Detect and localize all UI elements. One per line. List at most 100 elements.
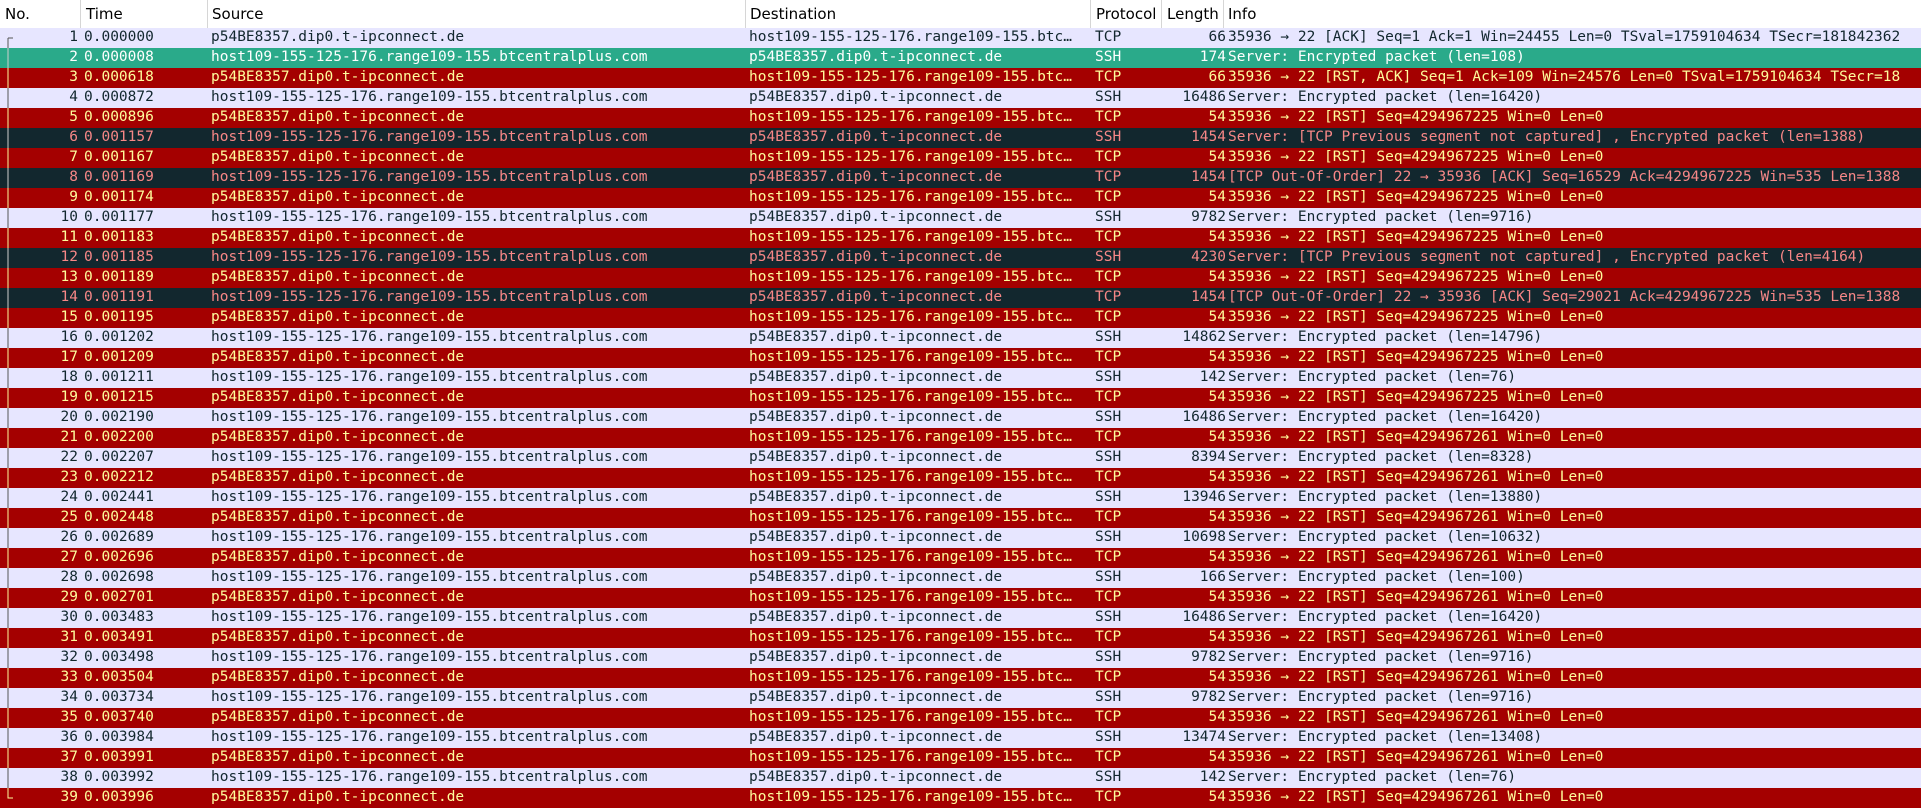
packet-time-cell: 0.002698 (84, 569, 154, 585)
packet-time-cell: 0.000000 (84, 29, 154, 45)
packet-protocol-cell: SSH (1095, 409, 1122, 425)
packet-row[interactable]: 9 0.001174 p54BE8357.dip0.t-ipconnect.de ho… (0, 188, 1921, 208)
packet-destination-cell: p54BE8357.dip0.t-ipconnect.de (749, 529, 1003, 545)
packet-list[interactable]: 1 0.000000 p54BE8357.dip0.t-ipconnect.de ho… (0, 28, 1921, 808)
packet-time-cell: 0.002441 (84, 489, 154, 505)
column-header-info[interactable]: Info (1228, 5, 1256, 23)
packet-source-cell: host109-155-125-176.range109-155.btcentr… (211, 529, 648, 545)
packet-row[interactable]: 13 0.001189 p54BE8357.dip0.t-ipconnect.de h… (0, 268, 1921, 288)
column-divider[interactable] (207, 0, 208, 28)
packet-info-cell: 35936 → 22 [RST] Seq=4294967225 Win=0 Le… (1228, 269, 1604, 285)
packet-destination-cell: host109-155-125-176.range109-155.btc… (749, 669, 1073, 685)
packet-row[interactable]: 5 0.000896 p54BE8357.dip0.t-ipconnect.de ho… (0, 108, 1921, 128)
packet-source-cell: p54BE8357.dip0.t-ipconnect.de (211, 589, 465, 605)
packet-row[interactable]: 2 0.000008 host109-155-125-176.range109-15… (0, 48, 1921, 68)
packet-number-cell: 25 (60, 509, 78, 525)
packet-row[interactable]: 8 0.001169 host109-155-125-176.range109-15… (0, 168, 1921, 188)
packet-row[interactable]: 27 0.002696 p54BE8357.dip0.t-ipconnect.de h… (0, 548, 1921, 568)
packet-row[interactable]: 38 0.003992 host109-155-125-176.range109-1… (0, 768, 1921, 788)
packet-length-cell: 54 (1208, 309, 1226, 325)
packet-length-cell: 142 (1199, 769, 1226, 785)
packet-row[interactable]: 23 0.002212 p54BE8357.dip0.t-ipconnect.de h… (0, 468, 1921, 488)
packet-row[interactable]: 28 0.002698 host109-155-125-176.range109-1… (0, 568, 1921, 588)
packet-destination-cell: p54BE8357.dip0.t-ipconnect.de (749, 489, 1003, 505)
packet-info-cell: Server: [TCP Previous segment not captur… (1228, 249, 1866, 265)
packet-row[interactable]: 22 0.002207 host109-155-125-176.range109-1… (0, 448, 1921, 468)
packet-row[interactable]: 29 0.002701 p54BE8357.dip0.t-ipconnect.de h… (0, 588, 1921, 608)
column-divider[interactable] (1161, 0, 1162, 28)
packet-info-cell: 35936 → 22 [RST] Seq=4294967261 Win=0 Le… (1228, 669, 1604, 685)
packet-number-cell: 32 (60, 649, 78, 665)
packet-info-cell: 35936 → 22 [RST] Seq=4294967225 Win=0 Le… (1228, 189, 1604, 205)
packet-row[interactable]: 7 0.001167 p54BE8357.dip0.t-ipconnect.de ho… (0, 148, 1921, 168)
packet-row[interactable]: 3 0.000618 p54BE8357.dip0.t-ipconnect.de ho… (0, 68, 1921, 88)
packet-number-cell: 13 (60, 269, 78, 285)
packet-info-cell: Server: Encrypted packet (len=9716) (1228, 689, 1534, 705)
packet-row[interactable]: 36 0.003984 host109-155-125-176.range109-1… (0, 728, 1921, 748)
packet-row[interactable]: 39 0.003996 p54BE8357.dip0.t-ipconnect.de h… (0, 788, 1921, 808)
column-header-source[interactable]: Source (212, 5, 264, 23)
packet-source-cell: p54BE8357.dip0.t-ipconnect.de (211, 29, 465, 45)
packet-row[interactable]: 18 0.001211 host109-155-125-176.range109-1… (0, 368, 1921, 388)
packet-row[interactable]: 6 0.001157 host109-155-125-176.range109-15… (0, 128, 1921, 148)
packet-source-cell: host109-155-125-176.range109-155.btcentr… (211, 209, 648, 225)
packet-info-cell: Server: Encrypted packet (len=10632) (1228, 529, 1543, 545)
packet-protocol-cell: TCP (1095, 289, 1122, 305)
column-divider[interactable] (1223, 0, 1224, 28)
column-divider[interactable] (80, 0, 81, 28)
packet-row[interactable]: 34 0.003734 host109-155-125-176.range109-1… (0, 688, 1921, 708)
packet-row[interactable]: 1 0.000000 p54BE8357.dip0.t-ipconnect.de ho… (0, 28, 1921, 48)
packet-row[interactable]: 35 0.003740 p54BE8357.dip0.t-ipconnect.de h… (0, 708, 1921, 728)
packet-info-cell: 35936 → 22 [RST] Seq=4294967261 Win=0 Le… (1228, 549, 1604, 565)
column-divider[interactable] (745, 0, 746, 28)
packet-source-cell: p54BE8357.dip0.t-ipconnect.de (211, 549, 465, 565)
packet-time-cell: 0.001185 (84, 249, 154, 265)
packet-protocol-cell: TCP (1095, 309, 1122, 325)
column-header-protocol[interactable]: Protocol (1096, 5, 1156, 23)
packet-protocol-cell: TCP (1095, 589, 1122, 605)
packet-info-cell: Server: Encrypted packet (len=13408) (1228, 729, 1543, 745)
packet-length-cell: 16486 (1182, 409, 1226, 425)
packet-row[interactable]: 31 0.003491 p54BE8357.dip0.t-ipconnect.de h… (0, 628, 1921, 648)
packet-row[interactable]: 10 0.001177 host109-155-125-176.range109-1… (0, 208, 1921, 228)
packet-row[interactable]: 24 0.002441 host109-155-125-176.range109-1… (0, 488, 1921, 508)
packet-info-cell: Server: Encrypted packet (len=76) (1228, 769, 1517, 785)
packet-length-cell: 166 (1199, 569, 1226, 585)
packet-row[interactable]: 16 0.001202 host109-155-125-176.range109-1… (0, 328, 1921, 348)
packet-row[interactable]: 17 0.001209 p54BE8357.dip0.t-ipconnect.de h… (0, 348, 1921, 368)
packet-row[interactable]: 26 0.002689 host109-155-125-176.range109-1… (0, 528, 1921, 548)
column-header-no[interactable]: No. (5, 5, 30, 23)
packet-info-cell: 35936 → 22 [RST, ACK] Seq=1 Ack=109 Win=… (1228, 69, 1901, 85)
packet-row[interactable]: 19 0.001215 p54BE8357.dip0.t-ipconnect.de h… (0, 388, 1921, 408)
packet-row[interactable]: 37 0.003991 p54BE8357.dip0.t-ipconnect.de h… (0, 748, 1921, 768)
packet-row[interactable]: 11 0.001183 p54BE8357.dip0.t-ipconnect.de h… (0, 228, 1921, 248)
packet-destination-cell: host109-155-125-176.range109-155.btc… (749, 389, 1073, 405)
column-header-length[interactable]: Length (1167, 5, 1219, 23)
packet-protocol-cell: TCP (1095, 429, 1122, 445)
packet-info-cell: 35936 → 22 [RST] Seq=4294967225 Win=0 Le… (1228, 229, 1604, 245)
column-divider[interactable] (1090, 0, 1091, 28)
packet-info-cell: 35936 → 22 [RST] Seq=4294967225 Win=0 Le… (1228, 149, 1604, 165)
packet-protocol-cell: SSH (1095, 649, 1122, 665)
packet-row[interactable]: 4 0.000872 host109-155-125-176.range109-15… (0, 88, 1921, 108)
packet-destination-cell: host109-155-125-176.range109-155.btc… (749, 29, 1073, 45)
packet-row[interactable]: 30 0.003483 host109-155-125-176.range109-1… (0, 608, 1921, 628)
column-header-destination[interactable]: Destination (750, 5, 836, 23)
packet-row[interactable]: 15 0.001195 p54BE8357.dip0.t-ipconnect.de h… (0, 308, 1921, 328)
packet-destination-cell: p54BE8357.dip0.t-ipconnect.de (749, 769, 1003, 785)
packet-row[interactable]: 20 0.002190 host109-155-125-176.range109-1… (0, 408, 1921, 428)
packet-row[interactable]: 21 0.002200 p54BE8357.dip0.t-ipconnect.de h… (0, 428, 1921, 448)
packet-number-cell: 24 (60, 489, 78, 505)
packet-row[interactable]: 14 0.001191 host109-155-125-176.range109-1… (0, 288, 1921, 308)
packet-time-cell: 0.002190 (84, 409, 154, 425)
packet-length-cell: 54 (1208, 549, 1226, 565)
packet-row[interactable]: 12 0.001185 host109-155-125-176.range109-1… (0, 248, 1921, 268)
packet-row[interactable]: 33 0.003504 p54BE8357.dip0.t-ipconnect.de h… (0, 668, 1921, 688)
packet-destination-cell: host109-155-125-176.range109-155.btc… (749, 109, 1073, 125)
packet-protocol-cell: TCP (1095, 629, 1122, 645)
packet-row[interactable]: 25 0.002448 p54BE8357.dip0.t-ipconnect.de h… (0, 508, 1921, 528)
packet-destination-cell: p54BE8357.dip0.t-ipconnect.de (749, 649, 1003, 665)
packet-row[interactable]: 32 0.003498 host109-155-125-176.range109-1… (0, 648, 1921, 668)
column-header-time[interactable]: Time (86, 5, 123, 23)
packet-protocol-cell: SSH (1095, 329, 1122, 345)
